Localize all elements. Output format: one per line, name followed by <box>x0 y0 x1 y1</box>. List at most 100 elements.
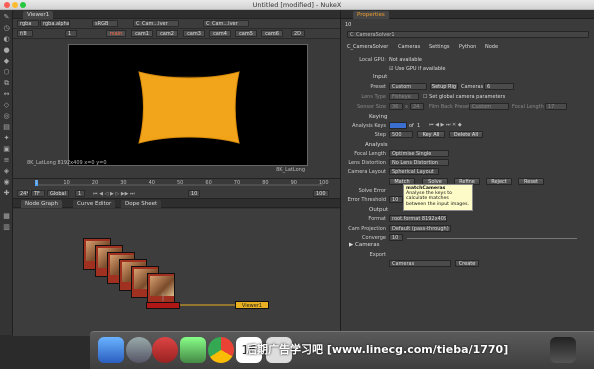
other-icon[interactable]: ≡ <box>2 156 11 165</box>
channels-select[interactable]: rgba <box>17 20 39 27</box>
cameras-field[interactable]: 6 <box>484 83 514 90</box>
tab-dope-sheet[interactable]: Dope Sheet <box>121 200 162 208</box>
export-select[interactable]: Cameras <box>389 260 451 267</box>
viewer-status: 8K_LatLong 8192x409 x=0 y=0 <box>27 160 107 166</box>
filter-icon[interactable]: ◆ <box>2 57 11 66</box>
camera-layout-select[interactable]: Spherical Layout <box>389 168 439 175</box>
export-label: Export <box>369 252 386 258</box>
chrome-icon[interactable] <box>208 337 234 363</box>
plugin-icon[interactable]: ▦ <box>2 212 11 221</box>
tab-c-camerasolver[interactable]: C_CameraSolver <box>347 44 388 50</box>
input-b-select[interactable]: C_Cam...lver <box>203 20 249 27</box>
viewer-node[interactable]: Viewer1 <box>235 301 269 309</box>
colorspace-select[interactable]: sRGB <box>92 20 118 27</box>
gizmo-icon[interactable]: ▥ <box>2 223 11 232</box>
lens-distortion-select[interactable]: No Lens Distortion <box>389 159 449 166</box>
sensor-height-field[interactable]: 24 <box>410 103 424 110</box>
sensor-width-field[interactable]: 36 <box>389 103 403 110</box>
converge-field[interactable]: 10 <box>389 234 403 241</box>
key-nav-buttons[interactable]: ⏮ ◀ ▶ ⏭ ✕ ◆ <box>429 122 462 128</box>
use-gpu-checkbox[interactable]: ☑ Use GPU if available <box>389 66 445 72</box>
cam-projection-select[interactable]: Default (pass-through) <box>389 225 451 232</box>
timeline[interactable]: 1 10 20 30 40 50 60 70 80 90 100 24* TF Global 1 ⏮… <box>13 178 340 198</box>
properties-count[interactable]: 10 <box>345 22 351 28</box>
frame-in-field[interactable]: 1 <box>75 190 85 197</box>
step-field[interactable]: 500 <box>389 131 413 138</box>
tab-cam2[interactable]: cam2 <box>156 30 178 37</box>
tab-cam3[interactable]: cam3 <box>183 30 205 37</box>
rocket-icon[interactable] <box>152 337 178 363</box>
tab-cam6[interactable]: cam6 <box>261 30 283 37</box>
focal-length2-select[interactable]: Optimise Single <box>389 150 449 157</box>
cara-icon[interactable]: ✚ <box>2 189 11 198</box>
tab-viewer1[interactable]: Viewer1 <box>23 11 54 19</box>
tab-properties[interactable]: Properties <box>353 11 389 19</box>
error-threshold-field[interactable]: 10 <box>389 196 403 203</box>
3d-icon[interactable]: ◇ <box>2 101 11 110</box>
preset-select[interactable]: Custom <box>389 83 427 90</box>
furnace-icon[interactable]: ◈ <box>2 167 11 176</box>
launchpad-icon[interactable] <box>126 337 152 363</box>
tab-python[interactable]: Python <box>459 44 476 50</box>
viewer-canvas[interactable]: 8K_LatLong <box>68 44 308 173</box>
create-button[interactable]: Create <box>455 260 479 267</box>
delete-all-button[interactable]: Delete All <box>449 131 483 138</box>
draw-icon[interactable]: ✎ <box>2 13 11 22</box>
key-all-button[interactable]: Key All <box>417 131 445 138</box>
views-icon[interactable]: ◎ <box>2 112 11 121</box>
analysis-keys-field[interactable] <box>389 122 407 129</box>
node-graph-canvas[interactable]: Viewer1 <box>13 209 340 336</box>
playback-controls[interactable]: ⏮ ◀ ◁ ▶ ▷ ▶▶ ⏭ <box>93 191 135 197</box>
cameras-label: Cameras <box>461 84 484 90</box>
tab-node[interactable]: Node <box>485 44 498 50</box>
fstop-field[interactable]: f/8 <box>17 30 33 37</box>
particles-icon[interactable]: ✦ <box>2 134 11 143</box>
tab-node-graph[interactable]: Node Graph <box>21 200 62 208</box>
keyer-icon[interactable]: ⬡ <box>2 68 11 77</box>
color-icon[interactable]: ● <box>2 46 11 55</box>
cameras-section[interactable]: ▶ Cameras <box>349 242 379 248</box>
format-select[interactable]: root.format 8192x4096 <box>389 215 447 222</box>
keying-section: Keying <box>369 114 388 120</box>
tab-cam5[interactable]: cam5 <box>235 30 257 37</box>
finder-icon[interactable] <box>98 337 124 363</box>
transform-icon[interactable]: ↔ <box>2 90 11 99</box>
film-back-select[interactable]: Custom <box>469 103 509 110</box>
set-global-checkbox[interactable]: ☐ Set global camera parameters <box>423 94 505 100</box>
global-select[interactable]: Global <box>47 190 69 197</box>
metadata-icon[interactable]: ▤ <box>2 123 11 132</box>
xcode-icon[interactable] <box>180 337 206 363</box>
reset-button[interactable]: Reset <box>518 178 544 185</box>
tab-cameras[interactable]: Cameras <box>398 44 420 50</box>
lens-type-label: Lens Type <box>361 94 386 100</box>
layer-select[interactable]: rgba.alpha <box>40 20 70 27</box>
input-a-select[interactable]: C_Cam...lver <box>133 20 179 27</box>
tooltip-body: Analyse the keys to calculate matches be… <box>406 191 470 207</box>
frame-out-field[interactable]: 100 <box>313 190 329 197</box>
set-global-label: Set global camera parameters <box>429 94 506 100</box>
view-mode-select[interactable]: 2D <box>291 30 305 37</box>
setup-rig-button[interactable]: Setup Rig <box>430 83 458 90</box>
tf-select[interactable]: TF <box>31 190 45 197</box>
tab-cam1[interactable]: cam1 <box>131 30 153 37</box>
camera-solver-node[interactable] <box>146 302 180 309</box>
reject-button[interactable]: Reject <box>486 178 512 185</box>
trash-icon[interactable] <box>550 337 576 363</box>
frame-step-field[interactable]: 10 <box>188 190 200 197</box>
tab-settings[interactable]: Settings <box>429 44 450 50</box>
time-icon[interactable]: ◷ <box>2 24 11 33</box>
toolsets-icon[interactable]: ▣ <box>2 145 11 154</box>
lens-type-select[interactable]: Fisheye <box>389 93 419 100</box>
focal-length-field[interactable]: 17 <box>545 103 567 110</box>
gain-field[interactable]: 1 <box>65 30 77 37</box>
ocula-icon[interactable]: ◉ <box>2 178 11 187</box>
use-gpu-label: Use GPU if available <box>395 66 446 72</box>
tab-cam4[interactable]: cam4 <box>209 30 231 37</box>
tab-main[interactable]: main <box>106 30 126 37</box>
channel-icon[interactable]: ◐ <box>2 35 11 44</box>
tab-curve-editor[interactable]: Curve Editor <box>73 200 116 208</box>
fps-field[interactable]: 24* <box>17 190 29 197</box>
node-graph-tabbar: Node Graph Curve Editor Dope Sheet <box>13 199 340 208</box>
merge-icon[interactable]: ⧉ <box>2 79 11 88</box>
converge-slider[interactable] <box>407 238 577 239</box>
